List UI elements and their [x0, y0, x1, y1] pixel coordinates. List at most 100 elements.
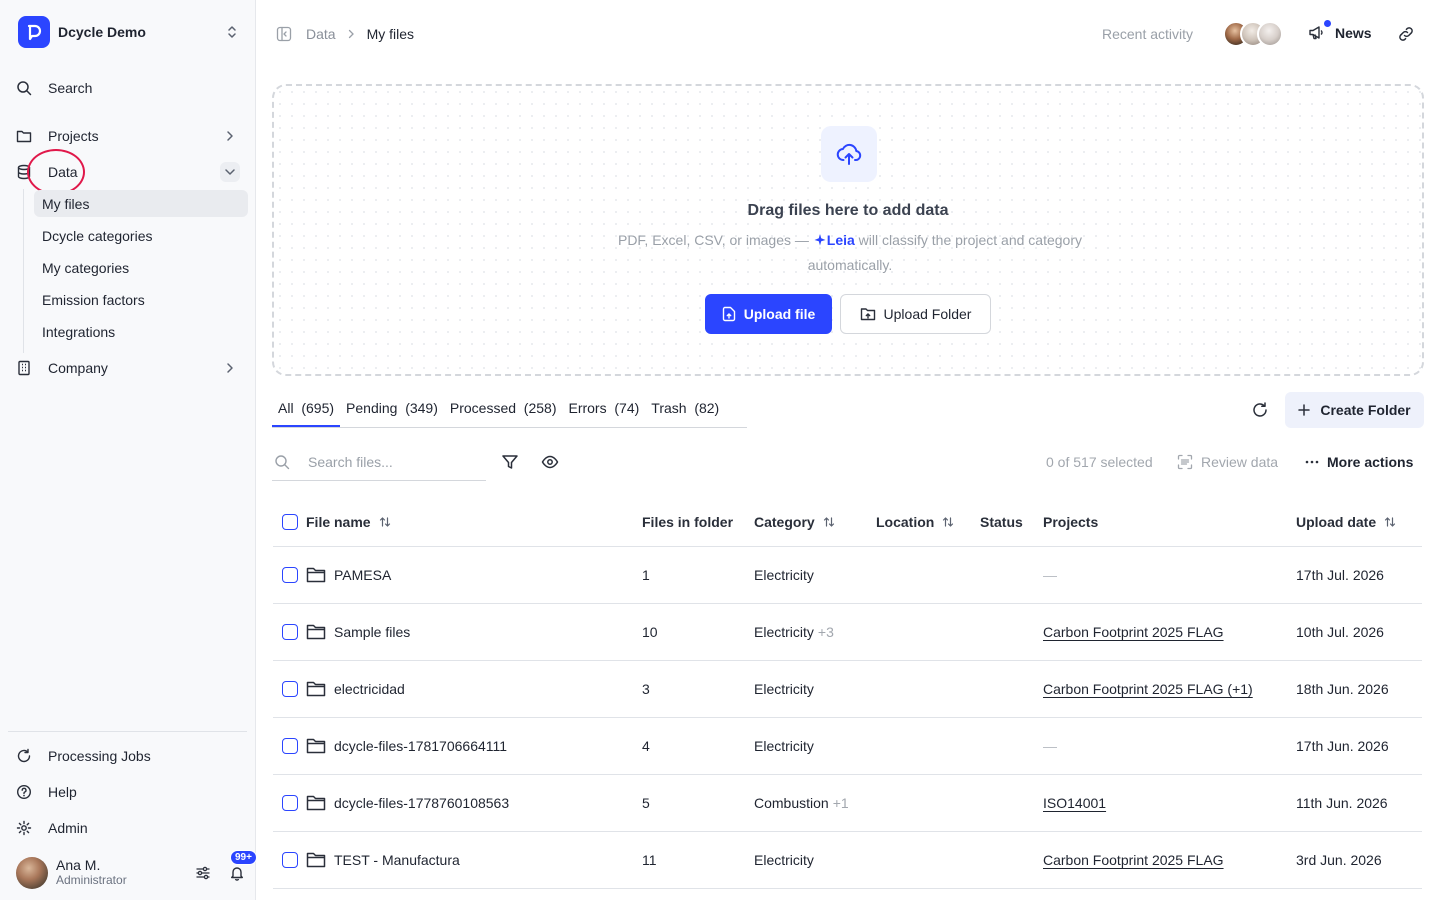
sidebar-item-admin[interactable]: Admin [8, 813, 248, 843]
eye-icon[interactable] [541, 453, 559, 474]
row-checkbox[interactable] [282, 661, 298, 717]
column-status: Status [980, 513, 1023, 530]
table-header: File name Files in folder Category Locat… [273, 497, 1422, 547]
row-checkbox[interactable] [282, 775, 298, 831]
collaborator-avatars[interactable] [1223, 21, 1287, 47]
sidebar-item-my-files[interactable]: My files [34, 190, 248, 217]
sort-icon[interactable] [379, 516, 391, 528]
file-name: dcycle-files-1778760108563 [334, 795, 510, 811]
review-data-button[interactable]: Review data [1177, 454, 1278, 470]
search-input[interactable] [308, 454, 478, 470]
column-file-name[interactable]: File name [306, 497, 391, 546]
project-link[interactable]: Carbon Footprint 2025 FLAG (+1) [1043, 681, 1253, 697]
select-all-checkbox[interactable] [282, 497, 298, 546]
recent-activity-link[interactable]: Recent activity [1102, 26, 1193, 42]
folder-upload-icon [860, 307, 876, 321]
file-name-cell[interactable]: Sample files [306, 604, 410, 660]
row-checkbox[interactable] [282, 547, 298, 603]
filter-icon[interactable] [501, 453, 519, 474]
files-count: 10 [642, 624, 658, 640]
preferences-sliders-icon[interactable] [192, 862, 214, 884]
workspace-name: Dcycle Demo [58, 24, 146, 40]
row-checkbox[interactable] [282, 832, 298, 888]
chevron-right-icon[interactable] [220, 126, 240, 146]
sidebar-item-search[interactable]: Search [8, 73, 248, 103]
upload-date: 17th Jul. 2026 [1296, 567, 1384, 583]
tab-all[interactable]: All (695) [272, 396, 341, 427]
table-row[interactable]: Sample files 10 Electricity +3 Carbon Fo… [273, 604, 1422, 661]
upload-date: 18th Jun. 2026 [1296, 681, 1389, 697]
file-name-cell[interactable]: dcycle-files-1778760108563 [306, 775, 509, 831]
row-checkbox[interactable] [282, 718, 298, 774]
more-actions-button[interactable]: More actions [1305, 454, 1413, 470]
building-icon [16, 360, 32, 376]
projects-cell: — [1043, 547, 1057, 603]
refresh-icon[interactable] [1251, 401, 1269, 422]
file-name: Sample files [334, 624, 411, 640]
workspace-switcher[interactable]: Dcycle Demo [18, 16, 240, 48]
folder-icon [306, 851, 326, 869]
file-name-cell[interactable]: PAMESA [306, 547, 391, 603]
sort-icon[interactable] [823, 516, 835, 528]
sidebar-item-data[interactable]: Data [8, 157, 248, 187]
upload-file-button[interactable]: Upload file [705, 294, 832, 334]
table-row[interactable]: PAMESA 1 Electricity — 17th Jul. 2026 [273, 547, 1422, 604]
files-count: 1 [642, 567, 650, 583]
upload-date: 3rd Jun. 2026 [1296, 852, 1382, 868]
table-row[interactable]: electricidad 3 Electricity Carbon Footpr… [273, 661, 1422, 718]
project-link: — [1043, 567, 1057, 583]
project-link[interactable]: Carbon Footprint 2025 FLAG [1043, 624, 1224, 640]
chevron-up-down-icon[interactable] [224, 24, 240, 40]
upload-folder-button[interactable]: Upload Folder [840, 294, 991, 334]
search-icon [16, 80, 32, 96]
file-name-cell[interactable]: electricidad [306, 661, 405, 717]
upload-folder-label: Upload Folder [883, 306, 972, 322]
notifications-bell-icon[interactable]: 99+ [226, 850, 257, 884]
column-category[interactable]: Category [754, 497, 835, 546]
column-upload-date[interactable]: Upload date [1296, 497, 1396, 546]
column-label: Category [754, 513, 815, 530]
project-link[interactable]: ISO14001 [1043, 795, 1106, 811]
user-role: Administrator [56, 873, 127, 887]
sort-icon[interactable] [942, 516, 954, 528]
notification-count-badge: 99+ [230, 850, 257, 865]
tab-processed[interactable]: Processed (258) [444, 396, 563, 427]
breadcrumb-data[interactable]: Data [306, 26, 336, 42]
leia-link[interactable]: Leia [827, 232, 855, 248]
link-icon[interactable] [1397, 25, 1415, 46]
sidebar-item-help[interactable]: Help [8, 777, 248, 807]
file-dropzone[interactable]: Drag files here to add data PDF, Excel, … [272, 84, 1424, 376]
table-row[interactable]: TEST - Manufactura 11 Electricity Carbon… [273, 832, 1422, 889]
table-row[interactable]: dcycle-files-1781706664111 4 Electricity… [273, 718, 1422, 775]
sidebar-collapse-icon[interactable] [276, 26, 292, 42]
file-name: electricidad [334, 681, 405, 697]
sidebar-item-integrations[interactable]: Integrations [34, 318, 248, 345]
create-folder-button[interactable]: Create Folder [1285, 392, 1424, 428]
sidebar-item-emission-factors[interactable]: Emission factors [34, 286, 248, 313]
table-row[interactable]: dcycle-files-1778760108563 5 Combustion … [273, 775, 1422, 832]
sidebar-item-company[interactable]: Company [8, 353, 248, 383]
tab-errors[interactable]: Errors (74) [562, 396, 645, 427]
user-name: Ana M. [56, 857, 101, 873]
chevron-right-icon [348, 29, 355, 39]
sidebar-item-my-categories[interactable]: My categories [34, 254, 248, 281]
chevron-right-icon[interactable] [220, 358, 240, 378]
project-link[interactable]: Carbon Footprint 2025 FLAG [1043, 852, 1224, 868]
sidebar-item-processing-jobs[interactable]: Processing Jobs [8, 741, 248, 771]
tab-trash[interactable]: Trash (82) [645, 396, 725, 427]
sort-icon[interactable] [1384, 516, 1396, 528]
file-name: dcycle-files-1781706664111 [334, 738, 508, 754]
row-checkbox[interactable] [282, 604, 298, 660]
file-name: TEST - Manufactura [334, 852, 460, 868]
column-location[interactable]: Location [876, 497, 954, 546]
file-name-cell[interactable]: TEST - Manufactura [306, 832, 460, 888]
file-name-cell[interactable]: dcycle-files-1781706664111 [306, 718, 507, 774]
news-button[interactable]: News [1308, 20, 1372, 41]
sidebar-item-projects[interactable]: Projects [8, 121, 248, 151]
sidebar-item-dcycle-categories[interactable]: Dcycle categories [34, 222, 248, 249]
category-name: Combustion [754, 795, 829, 811]
chevron-down-icon[interactable] [220, 162, 240, 182]
projects-cell: — [1043, 718, 1057, 774]
tab-pending[interactable]: Pending (349) [340, 396, 444, 427]
user-profile[interactable]: Ana M. Administrator 99+ [16, 850, 257, 891]
